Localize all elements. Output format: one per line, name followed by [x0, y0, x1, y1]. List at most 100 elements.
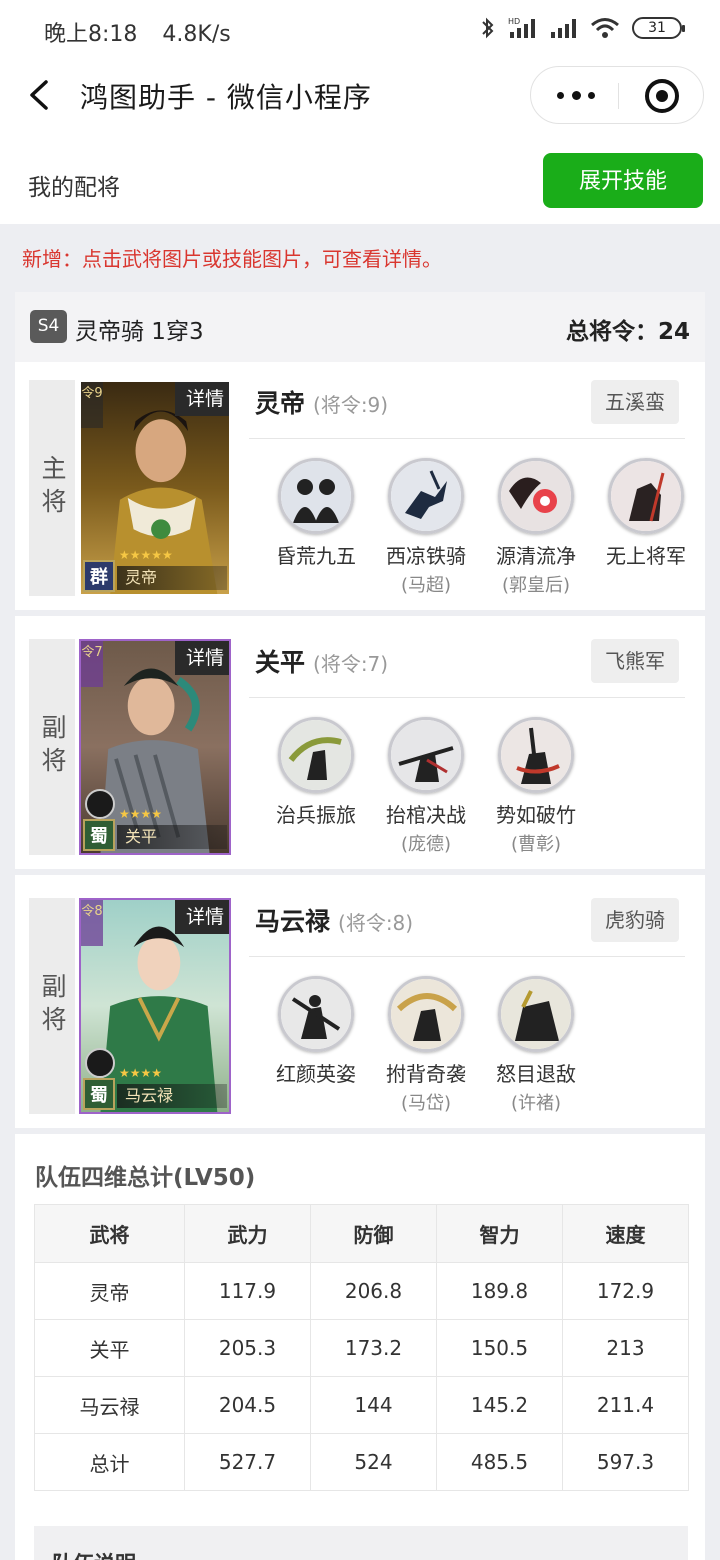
skill-item[interactable]: 拊背奇袭 (马岱): [371, 976, 481, 1115]
skill-item[interactable]: 无上将军: [591, 458, 701, 571]
season-badge: S4: [30, 310, 67, 343]
status-time: 晚上8:18: [44, 22, 138, 47]
expand-skills-button[interactable]: 展开技能: [543, 153, 703, 208]
skill-icon[interactable]: [278, 976, 354, 1052]
table-cell: 213: [562, 1319, 689, 1377]
skill-list: 治兵振旅 抬棺决战 (庞德) 势如破竹 (曹彰): [249, 717, 705, 857]
skill-item[interactable]: 西凉铁骑 (马超): [371, 458, 481, 597]
general-command: (将令:9): [313, 393, 389, 417]
column-header: 防御: [310, 1204, 437, 1263]
detail-tag[interactable]: 详情: [175, 641, 229, 675]
skill-icon[interactable]: [498, 458, 574, 534]
skill-name: 红颜英姿: [276, 1062, 356, 1086]
close-miniprogram-icon[interactable]: [645, 79, 679, 113]
card-command-badge: 令7: [81, 641, 103, 687]
divider: [249, 697, 685, 698]
skill-item[interactable]: 源清流净 (郭皇后): [481, 458, 591, 597]
column-header: 速度: [562, 1204, 689, 1263]
faction-badge: 蜀: [83, 819, 115, 851]
skill-icon[interactable]: [278, 717, 354, 793]
table-cell: 144: [310, 1376, 437, 1434]
skill-name: 拊背奇袭: [386, 1062, 466, 1086]
skill-icon[interactable]: [278, 458, 354, 534]
role-text: 主将: [38, 455, 67, 521]
table-cell: 597.3: [562, 1433, 689, 1491]
general-portrait[interactable]: 详情 令9 ★★★★★ 群 灵帝: [79, 380, 231, 596]
status-right: HD 31: [480, 16, 685, 40]
skill-icon[interactable]: [388, 717, 464, 793]
column-header: 智力: [436, 1204, 563, 1263]
general-row: 副将 详情 令7 ★★★★ 蜀 关平 关平 (将令:7) 飞熊军 治兵振旅 抬棺…: [15, 621, 705, 875]
capsule-menu: [530, 66, 704, 124]
table-cell: 145.2: [436, 1376, 563, 1434]
battery-icon: 31: [632, 17, 685, 39]
table-cell: 117.9: [184, 1262, 311, 1320]
general-name-text: 灵帝: [255, 389, 306, 418]
back-icon[interactable]: [22, 74, 62, 116]
star-rating: ★★★★★: [119, 548, 173, 562]
table-cell: 189.8: [436, 1262, 563, 1320]
role-label: 副将: [29, 898, 75, 1114]
unit-type-icon: [85, 789, 115, 819]
detail-tag[interactable]: 详情: [175, 382, 229, 416]
skill-icon[interactable]: [388, 976, 464, 1052]
skill-name: 怒目退敌: [496, 1062, 576, 1086]
more-icon[interactable]: [557, 83, 595, 107]
divider: [249, 956, 685, 957]
army-tag[interactable]: 五溪蛮: [591, 380, 679, 424]
skill-item[interactable]: 势如破竹 (曹彰): [481, 717, 591, 856]
table-cell: 205.3: [184, 1319, 311, 1377]
stats-table: 武将 武力 防御 智力 速度 灵帝 117.9 206.8 189.8 172.…: [34, 1204, 689, 1491]
skill-name: 无上将军: [606, 544, 686, 568]
status-net-speed: 4.8K/s: [162, 22, 231, 47]
skill-icon[interactable]: [388, 458, 464, 534]
skill-source: (郭皇后): [501, 575, 571, 596]
table-cell: 524: [310, 1433, 437, 1491]
general-portrait[interactable]: 详情 令7 ★★★★ 蜀 关平: [79, 639, 231, 855]
skill-source: (马岱): [400, 1093, 452, 1114]
skill-icon[interactable]: [498, 976, 574, 1052]
skill-item[interactable]: 红颜英姿: [261, 976, 371, 1089]
faction-badge: 群: [83, 560, 115, 592]
card-name: 马云禄: [117, 1084, 227, 1108]
card-command-badge: 令9: [81, 382, 103, 428]
status-bar: 晚上8:18 4.8K/s HD 31: [0, 0, 720, 60]
skill-item[interactable]: 昏荒九五: [261, 458, 371, 571]
skill-icon[interactable]: [498, 717, 574, 793]
svg-text:HD: HD: [508, 17, 520, 26]
army-tag[interactable]: 虎豹骑: [591, 898, 679, 942]
role-label: 主将: [29, 380, 75, 596]
army-tag[interactable]: 飞熊军: [591, 639, 679, 683]
table-row-total: 总计 527.7 524 485.5 597.3: [34, 1433, 689, 1491]
skill-source: (庞德): [400, 834, 452, 855]
skill-item[interactable]: 怒目退敌 (许褚): [481, 976, 591, 1115]
unit-type-icon: [85, 1048, 115, 1078]
skill-icon[interactable]: [608, 458, 684, 534]
general-command: (将令:7): [313, 652, 389, 676]
skill-item[interactable]: 治兵振旅: [261, 717, 371, 830]
nav-bar: 鸿图助手 - 微信小程序: [0, 60, 720, 130]
team-header: S4 灵帝骑 1穿3 总将令：24: [15, 292, 705, 362]
general-name-text: 马云禄: [255, 907, 331, 936]
skill-name: 昏荒九五: [276, 544, 356, 568]
table-cell: 150.5: [436, 1319, 563, 1377]
table-row: 灵帝 117.9 206.8 189.8 172.9: [34, 1262, 689, 1320]
skill-source: (曹彰): [510, 834, 562, 855]
general-row: 副将 详情 令8 ★★★★ 蜀 马云禄 马云禄 (将令:8) 虎豹骑 红颜英姿: [15, 880, 705, 1134]
detail-tag[interactable]: 详情: [175, 900, 229, 934]
general-portrait[interactable]: 详情 令8 ★★★★ 蜀 马云禄: [79, 898, 231, 1114]
skill-name: 势如破竹: [496, 803, 576, 827]
general-command: (将令:8): [338, 911, 414, 935]
capsule-divider: [618, 83, 619, 109]
notice-text: 新增：点击武将图片或技能图片，可查看详情。: [22, 247, 442, 271]
skill-list: 红颜英姿 拊背奇袭 (马岱) 怒目退敌 (许褚): [249, 976, 705, 1116]
table-cell: 211.4: [562, 1376, 689, 1434]
table-cell: 527.7: [184, 1433, 311, 1491]
general-name-text: 关平: [255, 648, 306, 677]
column-header: 武力: [184, 1204, 311, 1263]
table-cell: 172.9: [562, 1262, 689, 1320]
nav-title: 鸿图助手 - 微信小程序: [80, 81, 372, 114]
general-name: 马云禄 (将令:8): [255, 902, 413, 938]
page-header: 我的配将 展开技能: [0, 130, 720, 224]
skill-item[interactable]: 抬棺决战 (庞德): [371, 717, 481, 856]
